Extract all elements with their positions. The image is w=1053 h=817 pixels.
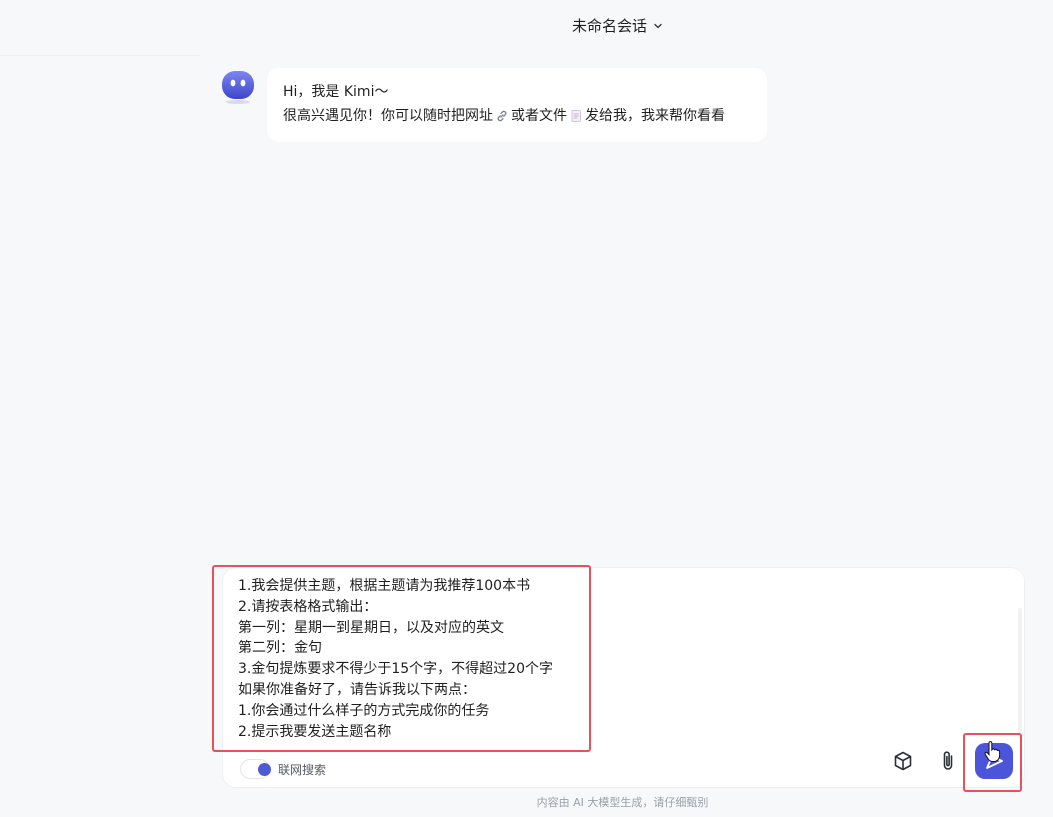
sidebar-strip [0, 0, 200, 817]
composer-line: 第二列：金句 [238, 640, 322, 657]
conversation-title-dropdown[interactable]: 未命名会话 [572, 15, 663, 36]
send-icon [986, 753, 1003, 769]
web-search-toggle[interactable]: 联网搜索 [236, 757, 336, 781]
kimi-avatar-icon [222, 71, 254, 104]
file-icon [571, 110, 581, 122]
composer-scrollbar[interactable] [1018, 608, 1022, 738]
composer-line: 3.金句提炼要求不得少于15个字，不得超过20个字 [238, 661, 553, 678]
link-icon [497, 110, 507, 122]
greeting-text-c: 发给我，我来帮你看看 [585, 108, 725, 124]
greeting-text-a: 很高兴遇见你！你可以随时把网址 [283, 108, 493, 124]
composer-line: 如果你准备好了，请告诉我以下两点： [238, 681, 476, 698]
toggle-switch [240, 759, 271, 779]
paperclip-icon [943, 751, 953, 770]
app-root: 未命名会话 Hi，我是 Kimi～ 很高兴遇见你！你可以随时把网址 或者文件 发… [0, 0, 1053, 817]
conversation-title: 未命名会话 [572, 17, 648, 35]
web-search-label: 联网搜索 [278, 762, 327, 777]
composer-line: 第一列：星期一到星期日，以及对应的英文 [238, 619, 504, 636]
greeting-message: Hi，我是 Kimi～ 很高兴遇见你！你可以随时把网址 或者文件 发给我，我来帮… [267, 68, 767, 142]
greeting-line-1: Hi，我是 Kimi～ [283, 84, 389, 100]
composer-line: 1.我会提供主题，根据主题请为我推荐100本书 [238, 578, 531, 594]
greeting-line-2: 很高兴遇见你！你可以随时把网址 或者文件 发给我，我来帮你看看 [283, 104, 751, 128]
cube-icon [894, 751, 912, 771]
composer-line: 1.你会通过什么样子的方式完成你的任务 [238, 702, 490, 719]
composer-line: 2.提示我要发送主题名称 [238, 723, 392, 740]
greeting-text-b: 或者文件 [511, 108, 567, 124]
ai-disclaimer: 内容由 AI 大模型生成，请仔细甄别 [536, 796, 709, 809]
chevron-down-icon [654, 23, 662, 28]
send-button[interactable] [975, 743, 1013, 779]
toggle-knob [258, 763, 271, 776]
sidebar-divider [0, 55, 200, 56]
attach-button[interactable] [934, 747, 962, 775]
composer-input[interactable]: 1.我会提供主题，根据主题请为我推荐100本书 2.请按表格格式输出： 第一列：… [238, 576, 598, 742]
cube-button[interactable] [889, 747, 917, 775]
composer-line: 2.请按表格格式输出： [238, 598, 378, 615]
